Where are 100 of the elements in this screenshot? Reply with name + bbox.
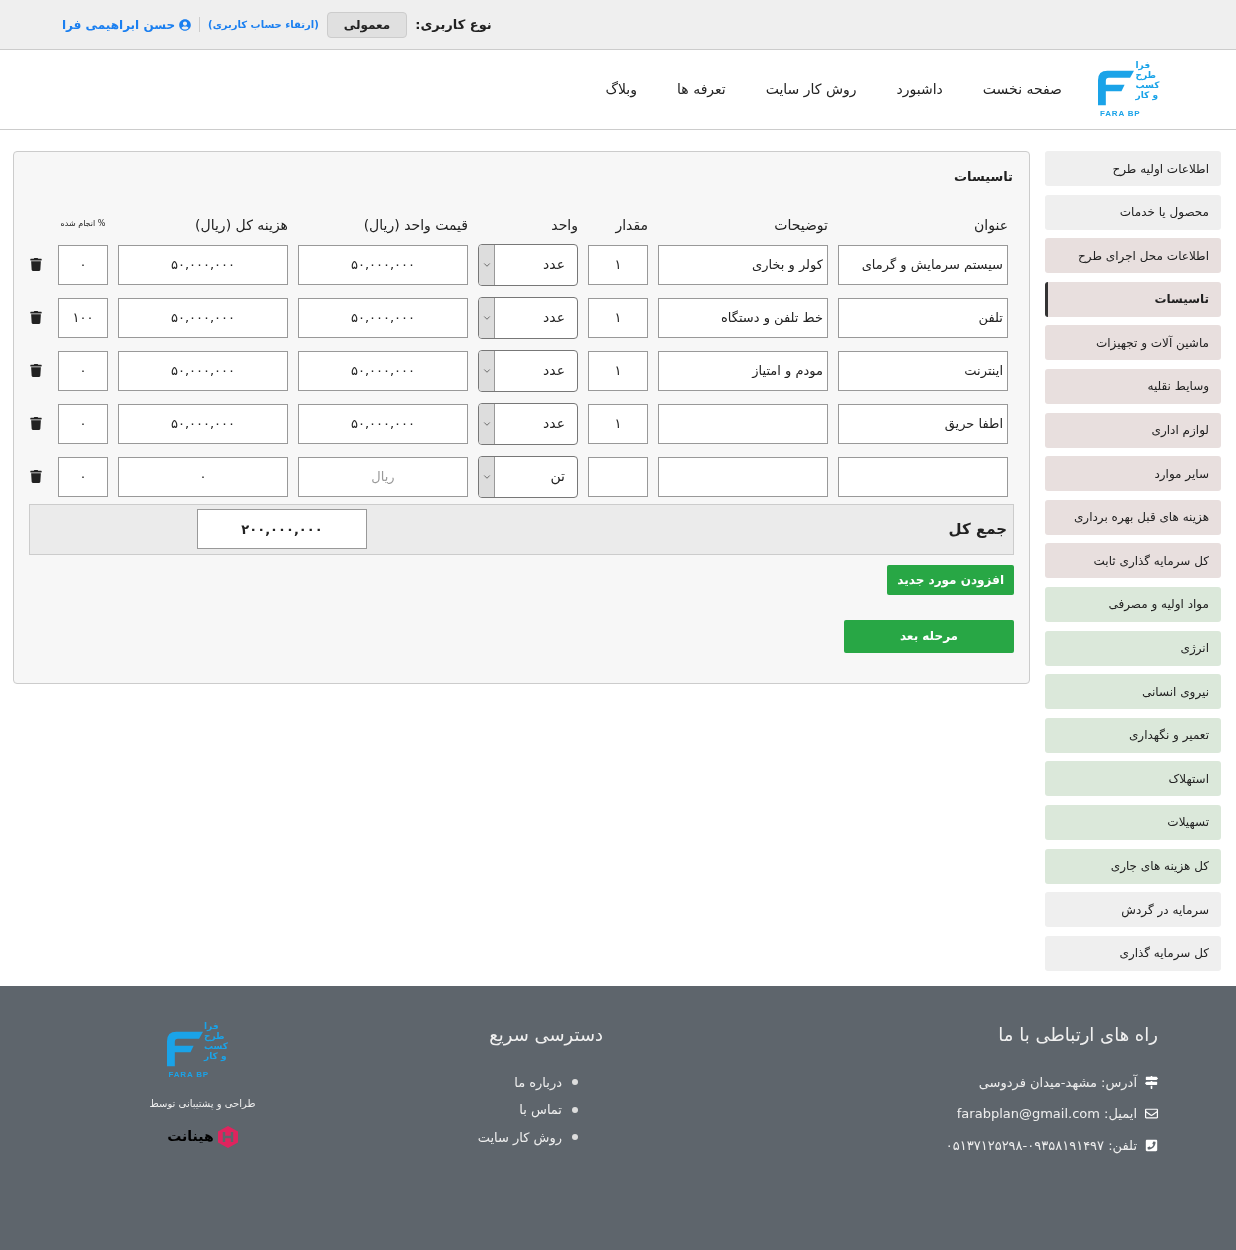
delete-button[interactable] — [29, 470, 43, 483]
signpost-icon — [1145, 1075, 1158, 1089]
trash-icon — [30, 470, 42, 483]
nav-link[interactable]: روش کار سایت — [765, 79, 857, 100]
envelope-icon — [1145, 1107, 1158, 1121]
delete-button[interactable] — [29, 364, 43, 377]
total-cost-field[interactable]: ۵۰,۰۰۰,۰۰۰ — [118, 244, 288, 285]
total-cost-field[interactable]: ۵۰,۰۰۰,۰۰۰ — [118, 350, 288, 391]
logo-icon — [166, 1030, 203, 1067]
column-header: % انجام شده — [59, 217, 107, 230]
column-header: عنوان — [973, 215, 1008, 236]
designer-logo-text: هینانت — [167, 1127, 214, 1147]
unit-select[interactable]: عدد — [478, 296, 578, 339]
quantity-field[interactable]: ۱ — [588, 297, 648, 338]
delete-button[interactable] — [29, 417, 43, 430]
delete-button[interactable] — [29, 258, 43, 271]
description-field[interactable]: مودم و امتیاز — [658, 350, 828, 391]
sidebar-item[interactable]: وسایط نقلیه — [1045, 368, 1221, 404]
column-header: واحد — [550, 215, 578, 236]
percent-field[interactable]: ۰ — [58, 244, 108, 285]
bullet-icon — [572, 1106, 578, 1113]
footer-link[interactable]: درباره ما — [514, 1072, 562, 1093]
logo-text: فرا — [203, 1020, 219, 1031]
quantity-field[interactable] — [588, 456, 648, 497]
logo-text: و کار — [1135, 89, 1158, 100]
title-field[interactable]: اطفا حریق — [838, 403, 1008, 444]
quantity-field[interactable]: ۱ — [588, 403, 648, 444]
sidebar-item[interactable]: نیروی انسانی — [1045, 674, 1221, 710]
percent-field[interactable]: ۰ — [58, 403, 108, 444]
footer-heading: دسترسی سریع — [489, 1022, 603, 1048]
trash-icon — [30, 311, 42, 324]
sidebar-item[interactable]: کل سرمایه گذاری — [1045, 935, 1221, 971]
trash-icon — [30, 417, 42, 430]
column-header: توضیحات — [773, 215, 828, 236]
sidebar-item[interactable]: کل سرمایه گذاری ثابت — [1045, 543, 1221, 579]
quantity-field[interactable]: ۱ — [588, 244, 648, 285]
title-field[interactable]: اینترنت — [838, 350, 1008, 391]
delete-button[interactable] — [29, 311, 43, 324]
total-cost-field[interactable]: ۵۰,۰۰۰,۰۰۰ — [118, 403, 288, 444]
sidebar-item[interactable]: ماشین آلات و تجهیزات — [1045, 325, 1221, 361]
footer-heading: راه های ارتباطی با ما — [998, 1022, 1158, 1047]
sidebar-item[interactable]: محصول یا خدمات — [1045, 194, 1221, 230]
quantity-field[interactable]: ۱ — [588, 350, 648, 391]
bullet-icon — [572, 1134, 578, 1141]
logo-text: طرح — [203, 1030, 225, 1041]
description-field[interactable]: کولر و بخاری — [658, 244, 828, 285]
column-header: قیمت واحد (ریال) — [362, 215, 468, 236]
form-title: تاسیسات — [952, 168, 1014, 186]
nav-link[interactable]: وبلاگ — [605, 79, 638, 100]
hexagon-logo-icon — [217, 1125, 238, 1148]
sidebar-item[interactable]: لوازم اداری — [1045, 412, 1221, 448]
description-field[interactable]: خط تلفن و دستگاه — [658, 297, 828, 338]
sidebar-item[interactable]: کل هزینه های جاری — [1045, 848, 1221, 884]
title-field[interactable] — [838, 456, 1008, 497]
footer-link[interactable]: تماس با — [519, 1100, 562, 1120]
user-type-label: نوع کاربری: — [415, 15, 492, 34]
total-cost-field[interactable]: ۰ — [118, 456, 288, 497]
footer-link[interactable]: روش کار سایت — [477, 1127, 562, 1148]
unit-price-field[interactable]: ریال — [298, 456, 468, 497]
unit-select[interactable]: عدد — [478, 402, 578, 445]
sidebar-item[interactable]: تعمیر و نگهداری — [1045, 717, 1221, 753]
unit-price-field[interactable]: ۵۰,۰۰۰,۰۰۰ — [298, 244, 468, 285]
logo-text: کسب — [203, 1040, 228, 1051]
nav-link[interactable]: صفحه نخست — [982, 79, 1062, 100]
unit-price-field[interactable]: ۵۰,۰۰۰,۰۰۰ — [298, 350, 468, 391]
logo-text: فرا — [1135, 59, 1151, 70]
unit-select[interactable]: عدد — [478, 243, 578, 286]
nav-link[interactable]: تعرفه ها — [677, 79, 726, 100]
sidebar-item[interactable]: استهلاک — [1045, 761, 1221, 797]
sidebar-item[interactable]: اطلاعات محل اجرای طرح — [1045, 238, 1221, 274]
sidebar-item[interactable]: سرمایه در گردش — [1045, 892, 1221, 928]
description-field[interactable] — [658, 403, 828, 444]
percent-field[interactable]: ۰ — [58, 350, 108, 391]
percent-field[interactable]: ۱۰۰ — [58, 297, 108, 338]
sidebar-item[interactable]: هزینه های قبل بهره برداری — [1045, 499, 1221, 535]
total-cost-field[interactable]: ۵۰,۰۰۰,۰۰۰ — [118, 297, 288, 338]
user-icon — [179, 18, 192, 31]
sidebar-item[interactable]: سایر موارد — [1045, 456, 1221, 492]
unit-select[interactable]: تن — [478, 455, 578, 498]
logo-latin-text: FARA BP — [168, 1068, 209, 1081]
sidebar-item[interactable]: مواد اولیه و مصرفی — [1045, 586, 1221, 622]
sidebar-item[interactable]: اطلاعات اولیه طرح — [1045, 151, 1221, 186]
title-field[interactable]: سیستم سرمایش و گرمای — [838, 244, 1008, 285]
title-field[interactable]: تلفن — [838, 297, 1008, 338]
logo-latin-text: FARA BP — [1100, 107, 1141, 120]
total-label: جمع کل — [947, 518, 1007, 540]
sidebar-item[interactable]: تسهیلات — [1045, 804, 1221, 840]
grand-total-field[interactable]: ۲۰۰,۰۰۰,۰۰۰ — [197, 509, 367, 549]
sidebar-item[interactable]: انرژی — [1045, 630, 1221, 666]
unit-price-field[interactable]: ۵۰,۰۰۰,۰۰۰ — [298, 297, 468, 338]
description-field[interactable] — [658, 456, 828, 497]
sidebar-item[interactable]: تاسیسات — [1045, 281, 1221, 317]
phone-icon — [1145, 1138, 1158, 1152]
credit-text: طراحی و پشتیبانی توسط — [149, 1096, 256, 1111]
column-header: هزینه کل (ریال) — [194, 215, 288, 236]
percent-field[interactable]: ۰ — [58, 456, 108, 497]
nav-link[interactable]: داشبورد — [896, 79, 943, 100]
bullet-icon — [572, 1079, 578, 1086]
unit-select[interactable]: عدد — [478, 349, 578, 392]
unit-price-field[interactable]: ۵۰,۰۰۰,۰۰۰ — [298, 403, 468, 444]
